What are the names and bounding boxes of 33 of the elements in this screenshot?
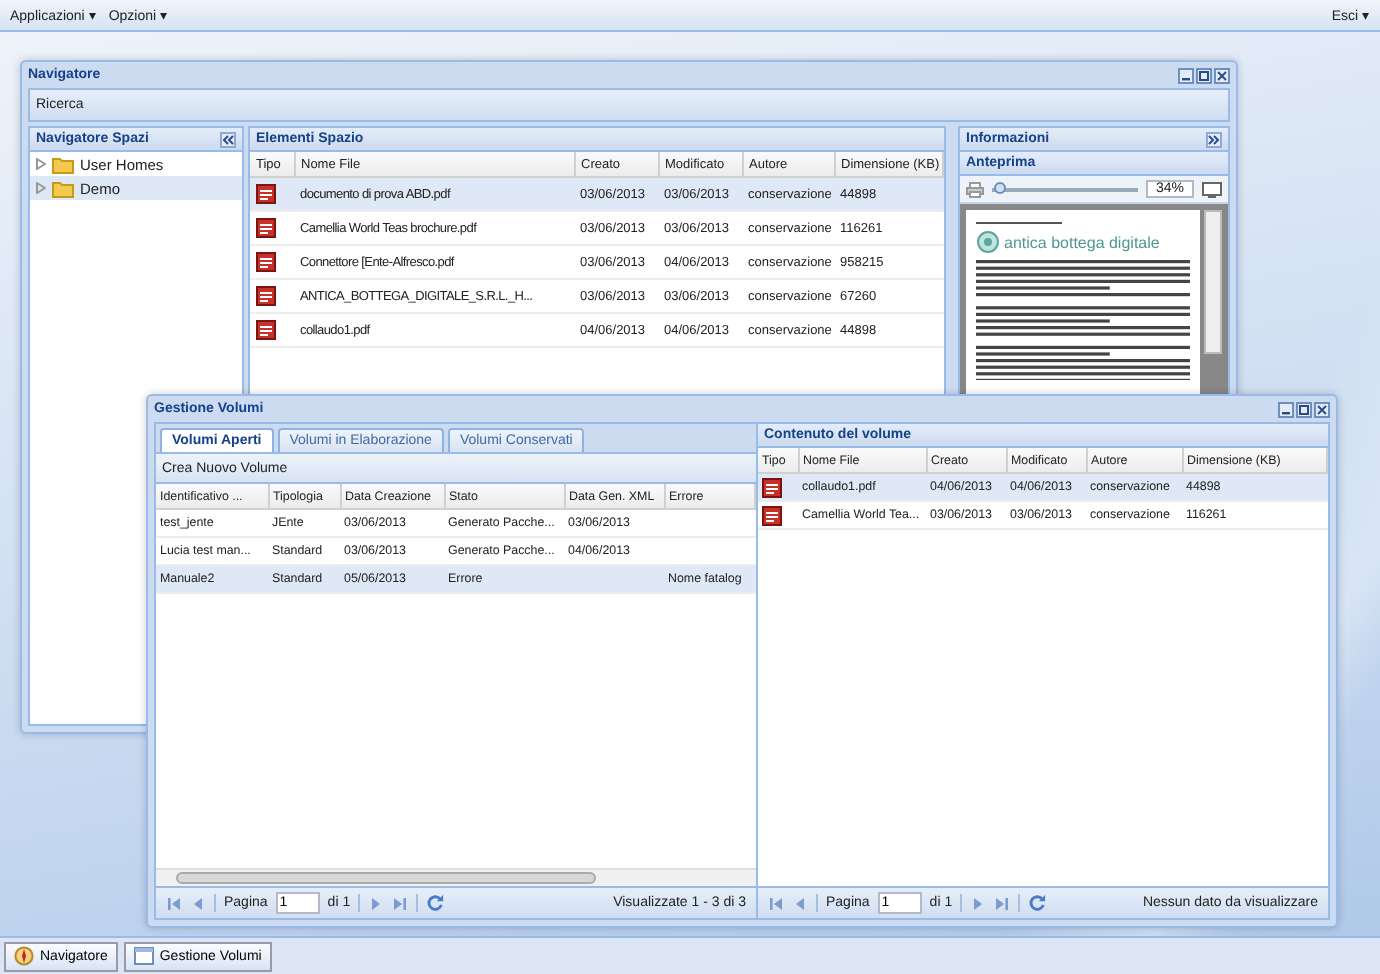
last-page-icon[interactable] <box>994 895 1011 911</box>
pdf-file-icon <box>762 477 782 497</box>
compass-icon <box>14 946 34 966</box>
folder-icon <box>52 179 74 197</box>
pdf-file-icon <box>256 252 276 272</box>
collapse-icon[interactable] <box>220 131 236 147</box>
close-icon[interactable] <box>1314 401 1330 417</box>
pdf-file-icon <box>256 320 276 340</box>
window-icon <box>133 946 154 966</box>
minimize-icon[interactable] <box>1178 67 1194 83</box>
refresh-icon[interactable] <box>426 894 445 912</box>
expand-icon[interactable] <box>1206 131 1222 147</box>
pdf-file-icon <box>256 286 276 306</box>
first-page-icon[interactable] <box>166 895 182 911</box>
logo-icon <box>976 230 1000 254</box>
previous-page-icon[interactable] <box>792 895 808 911</box>
horizontal-scrollbar[interactable] <box>156 868 756 886</box>
pdf-file-icon <box>256 218 276 238</box>
close-icon[interactable] <box>1214 67 1230 83</box>
document-heading: antica bottega digitale <box>1004 233 1160 251</box>
next-page-icon[interactable] <box>368 895 385 911</box>
first-page-icon[interactable] <box>768 895 784 911</box>
print-icon[interactable] <box>966 181 984 197</box>
refresh-icon[interactable] <box>1028 894 1047 912</box>
fit-screen-icon[interactable] <box>1202 181 1222 197</box>
pdf-file-icon <box>256 184 276 204</box>
minimize-icon[interactable] <box>1278 401 1294 417</box>
next-page-icon[interactable] <box>970 895 987 911</box>
scrollbar[interactable] <box>1204 210 1222 354</box>
previous-page-icon[interactable] <box>190 895 206 911</box>
maximize-icon[interactable] <box>1296 401 1312 417</box>
maximize-icon[interactable] <box>1196 67 1212 83</box>
last-page-icon[interactable] <box>392 895 409 911</box>
